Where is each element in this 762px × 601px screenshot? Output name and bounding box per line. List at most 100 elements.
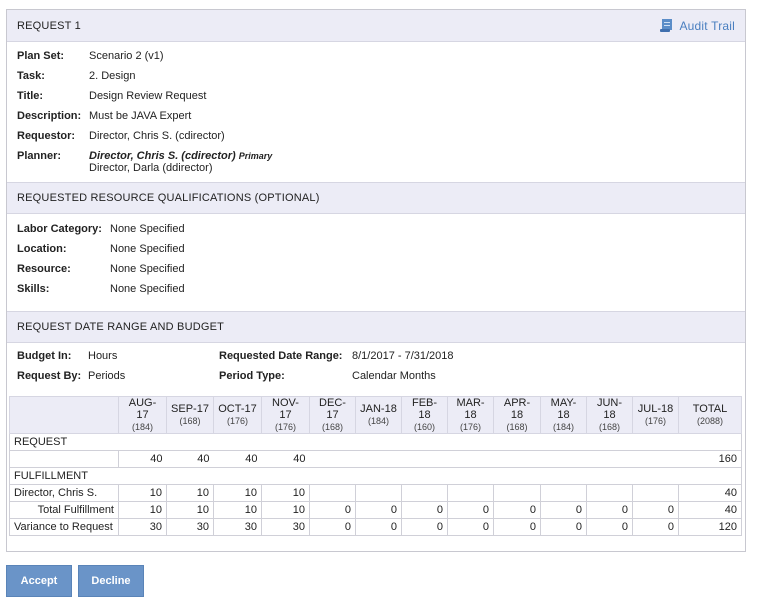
- column-month: APR-18: [503, 397, 531, 421]
- field-requestor: Requestor: Director, Chris S. (cdirector): [17, 130, 735, 150]
- column-hours: (184): [131, 422, 153, 432]
- field-labor-category: Labor Category: None Specified: [17, 223, 735, 243]
- column-hours: (176): [226, 416, 248, 426]
- field-label: Requestor:: [17, 130, 76, 142]
- field-value: None Specified: [110, 243, 185, 255]
- grid-cell: [493, 450, 541, 468]
- planner-list: Director, Chris S. (cdirector) Primary D…: [89, 150, 735, 174]
- period-type-value: Calendar Months: [352, 370, 436, 382]
- grid-cell: [540, 450, 587, 468]
- date-range-label: Requested Date Range:: [219, 350, 343, 362]
- field-label: Title:: [17, 90, 44, 102]
- grid-fulfillment-section: FULFILLMENT: [9, 467, 742, 485]
- scroll-icon: [660, 19, 673, 32]
- grid-cell: 0: [355, 518, 402, 536]
- grid-cell: [540, 484, 587, 502]
- request-title: REQUEST 1: [17, 19, 81, 32]
- qualifications-header: REQUESTED RESOURCE QUALIFICATIONS (OPTIO…: [7, 182, 745, 214]
- qualification-fields: Labor Category: None Specified Location: N…: [7, 219, 745, 309]
- column-hours: (176): [274, 422, 296, 432]
- grid-cell: 0: [401, 518, 448, 536]
- column-hours: (184): [367, 416, 389, 426]
- field-value: None Specified: [110, 283, 185, 295]
- primary-tag: Primary: [238, 151, 273, 161]
- planner-primary-name: Director, Chris S. (cdirector): [89, 150, 236, 162]
- column-month: TOTAL: [692, 403, 728, 415]
- column-month: SEP-17: [171, 403, 209, 415]
- field-label: Resource:: [17, 263, 71, 275]
- column-month: MAR-18: [456, 397, 485, 421]
- grid-cell: 0: [540, 518, 587, 536]
- field-location: Location: None Specified: [17, 243, 735, 263]
- grid-column-header: MAY-18 (184): [540, 396, 587, 434]
- column-hours: (176): [459, 422, 481, 432]
- date-range-value: 8/1/2017 - 7/31/2018: [352, 350, 454, 362]
- grid-column-header: JUL-18 (176): [632, 396, 679, 434]
- audit-trail-link[interactable]: Audit Trail: [660, 18, 735, 33]
- field-value: None Specified: [110, 223, 185, 235]
- grid-cell: 40: [166, 450, 214, 468]
- budget-in-value: Hours: [88, 350, 118, 362]
- grid-cell: 10: [213, 484, 262, 502]
- grid-column-header: JAN-18 (184): [355, 396, 402, 434]
- request-by-label: Request By:: [17, 370, 82, 382]
- column-month: MAY-18: [550, 397, 577, 421]
- decline-button[interactable]: Decline: [78, 565, 144, 597]
- column-month: FEB-18: [411, 397, 438, 421]
- field-label: Task:: [17, 70, 45, 82]
- grid-cell: [355, 484, 402, 502]
- planner-secondary-name: Director, Darla (ddirector): [89, 162, 213, 174]
- grid-column-header: OCT-17 (176): [213, 396, 262, 434]
- budget-fields: Budget In: Hours Request By: Periods Req…: [17, 350, 735, 390]
- grid-cell: [493, 484, 541, 502]
- grid-cell: 0: [586, 501, 633, 519]
- grid-row: Director, Chris S. 10 10 10 10 40: [9, 484, 742, 502]
- grid-cell: 10: [213, 501, 262, 519]
- budget-header: REQUEST DATE RANGE AND BUDGET: [7, 311, 745, 343]
- field-value: Design Review Request: [89, 90, 207, 102]
- field-label: Labor Category:: [17, 223, 102, 235]
- grid-cell: 40: [678, 484, 742, 502]
- grid-row: Total Fulfillment 10 10 10 10 0 0 0 0 0 0 0 0 40: [9, 501, 742, 519]
- grid-cell: 0: [493, 501, 541, 519]
- field-value: None Specified: [110, 263, 185, 275]
- column-month: JUL-18: [637, 403, 674, 415]
- request-header: REQUEST 1 Audit Trail: [7, 10, 745, 42]
- field-label: Planner:: [17, 150, 62, 162]
- grid-cell: 0: [309, 518, 356, 536]
- grid-column-header: NOV-17 (176): [261, 396, 310, 434]
- grid-cell: 40: [678, 501, 742, 519]
- field-value: Scenario 2 (v1): [89, 50, 164, 62]
- grid-header-row: AUG-17 (184) SEP-17 (168) OCT-17 (176) NOV-17(…: [9, 396, 742, 434]
- grid-cell: [309, 450, 356, 468]
- grid-cell: 0: [401, 501, 448, 519]
- column-month: AUG-17: [128, 397, 157, 421]
- column-month: NOV-17: [272, 397, 299, 421]
- grid-cell: [447, 484, 494, 502]
- field-label: Plan Set:: [17, 50, 65, 62]
- field-label: Location:: [17, 243, 67, 255]
- grid-row-label: Variance to Request: [9, 518, 119, 536]
- audit-trail-label: Audit Trail: [679, 18, 735, 33]
- field-task: Task: 2. Design: [17, 70, 735, 90]
- grid-cell: 0: [586, 518, 633, 536]
- grid-cell: 0: [355, 501, 402, 519]
- grid-column-header: FEB-18 (160): [401, 396, 448, 434]
- grid-cell: 10: [261, 501, 310, 519]
- grid-cell: 40: [118, 450, 167, 468]
- field-value: 2. Design: [89, 70, 136, 82]
- period-type-label: Period Type:: [219, 370, 285, 382]
- column-hours: (168): [598, 422, 620, 432]
- budget-grid: AUG-17 (184) SEP-17 (168) OCT-17 (176) NOV-17(…: [9, 396, 742, 536]
- grid-corner-cell: [9, 396, 119, 434]
- column-month: OCT-17: [218, 403, 257, 415]
- grid-cell: 0: [447, 501, 494, 519]
- grid-cell: 120: [678, 518, 742, 536]
- grid-cell: 0: [632, 501, 679, 519]
- qualifications-title: REQUESTED RESOURCE QUALIFICATIONS (OPTIO…: [17, 192, 320, 204]
- grid-cell: [632, 450, 679, 468]
- column-month: JAN-18: [360, 403, 397, 415]
- accept-button[interactable]: Accept: [6, 565, 72, 597]
- field-value: Director, Chris S. (cdirector): [89, 130, 225, 142]
- grid-column-header: MAR-18 (176): [447, 396, 494, 434]
